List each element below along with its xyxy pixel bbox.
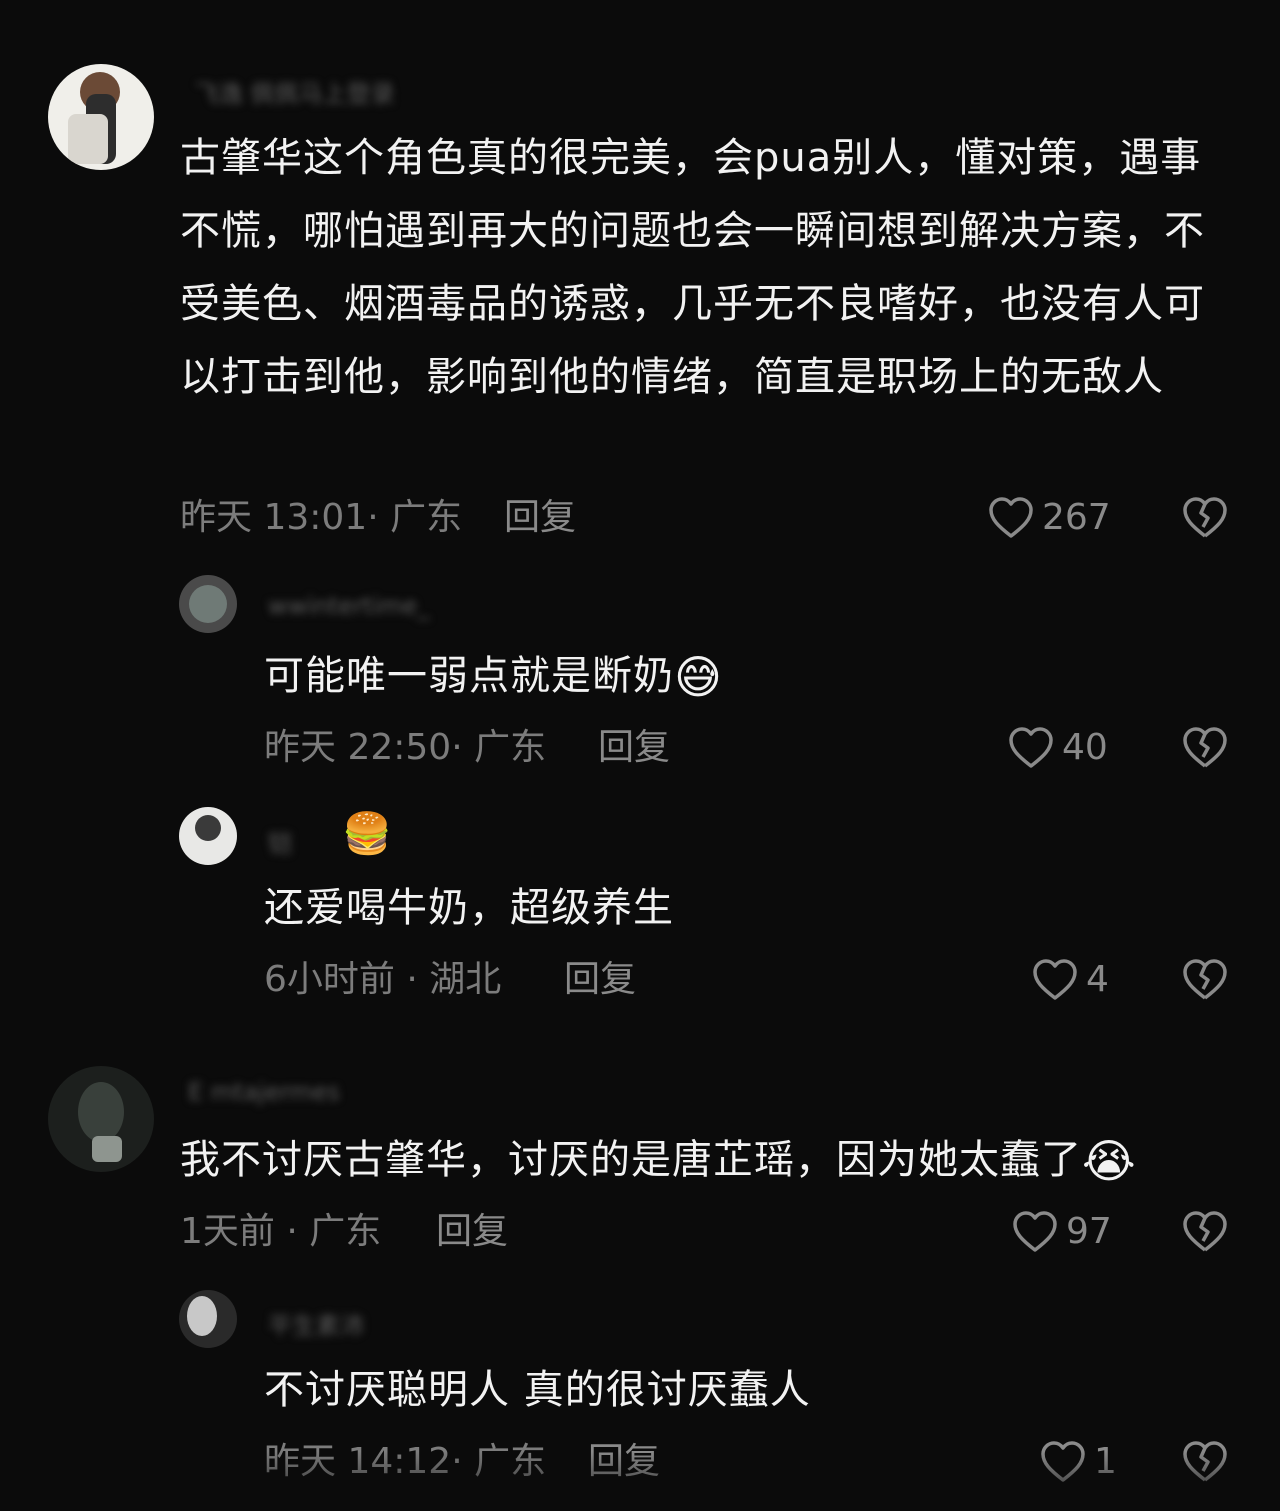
reply-button[interactable]: 回复 — [598, 728, 670, 768]
avatar[interactable] — [179, 1290, 237, 1348]
reply-time: 6小时前 — [264, 959, 395, 1000]
like-count: 40 — [1062, 727, 1108, 768]
avatar[interactable] — [179, 807, 237, 865]
reply-time: 昨天 22:50 — [264, 727, 452, 768]
reply-item: wwintertime_ 可能唯一弱点就是断奶😅 昨天 22:50· 广东 回复… — [0, 560, 1280, 790]
comment-text: 我不讨厌古肇华，讨厌的是唐芷瑶，因为她太蠢了😭 — [180, 1124, 1240, 1197]
username[interactable]: 飞逸 佩佩马上登录 — [195, 74, 395, 109]
avatar[interactable] — [48, 64, 154, 170]
heart-outline-icon — [1012, 1210, 1058, 1254]
broken-heart-icon — [1182, 726, 1228, 770]
like-count: 267 — [1042, 497, 1111, 538]
broken-heart-icon — [1182, 1210, 1228, 1254]
reply-text: 还爱喝牛奶，超级养生 — [264, 885, 674, 931]
bottom-fade — [0, 1451, 1280, 1511]
dislike-button[interactable] — [1182, 1210, 1228, 1254]
reply-location: 广东 — [474, 727, 547, 768]
reply-item: 铠 🍔 还爱喝牛奶，超级养生 6小时前 · 湖北 回复 4 — [0, 790, 1280, 1020]
like-count: 97 — [1066, 1211, 1112, 1252]
reply-button[interactable]: 回复 — [436, 1212, 508, 1252]
comment-text: 古肇华这个角色真的很完美，会pua别人，懂对策，遇事不慌，哪怕遇到再大的问题也会… — [180, 135, 1205, 400]
like-count: 4 — [1086, 959, 1109, 1000]
username[interactable]: 铠 — [268, 824, 292, 859]
heart-outline-icon — [1032, 958, 1078, 1002]
comment-meta: 1天前 · 广东 — [180, 1211, 382, 1252]
reply-meta: 昨天 22:50· 广东 — [264, 727, 547, 768]
like-button[interactable]: 4 — [1032, 958, 1109, 1002]
broken-heart-icon — [1182, 496, 1228, 540]
heart-outline-icon — [988, 496, 1034, 540]
loudly-crying-emoji: 😭 — [1082, 1134, 1137, 1188]
like-button[interactable]: 40 — [1008, 726, 1108, 770]
comment-text-content: 我不讨厌古肇华，讨厌的是唐芷瑶，因为她太蠢了 — [180, 1137, 1082, 1183]
like-button[interactable]: 97 — [1012, 1210, 1112, 1254]
username[interactable]: wwintertime_ — [268, 592, 429, 620]
dislike-button[interactable] — [1182, 958, 1228, 1002]
comment-item: 飞逸 佩佩马上登录 古肇华这个角色真的很完美，会pua别人，懂对策，遇事不慌，哪… — [0, 0, 1280, 560]
reply-meta: 6小时前 · 湖北 — [264, 959, 502, 1000]
username[interactable]: E mtajermes — [188, 1078, 340, 1106]
reply-button[interactable]: 回复 — [504, 498, 576, 538]
dislike-button[interactable] — [1182, 496, 1228, 540]
reply-text-content: 可能唯一弱点就是断奶 — [264, 653, 674, 699]
heart-outline-icon — [1008, 726, 1054, 770]
avatar[interactable] — [179, 575, 237, 633]
comment-meta: 昨天 13:01· 广东 — [180, 497, 463, 538]
reply-text: 不讨厌聪明人 真的很讨厌蠢人 — [264, 1367, 811, 1413]
like-button[interactable]: 267 — [988, 496, 1111, 540]
dislike-button[interactable] — [1182, 726, 1228, 770]
broken-heart-icon — [1182, 958, 1228, 1002]
comment-time: 昨天 13:01 — [180, 497, 368, 538]
reply-location: 湖北 — [429, 959, 502, 1000]
reply-button[interactable]: 回复 — [564, 960, 636, 1000]
grin-sweat-emoji: 😅 — [674, 650, 723, 704]
comment-location: 广东 — [309, 1211, 382, 1252]
reply-text: 可能唯一弱点就是断奶😅 — [264, 640, 1224, 713]
comment-location: 广东 — [390, 497, 463, 538]
comment-time: 1天前 — [180, 1211, 275, 1252]
burger-emoji: 🍔 — [342, 811, 392, 857]
comment-item: E mtajermes 我不讨厌古肇华，讨厌的是唐芷瑶，因为她太蠢了😭 1天前 … — [0, 1060, 1280, 1280]
username[interactable]: 平生素沛 — [268, 1306, 364, 1341]
avatar[interactable] — [48, 1066, 154, 1172]
